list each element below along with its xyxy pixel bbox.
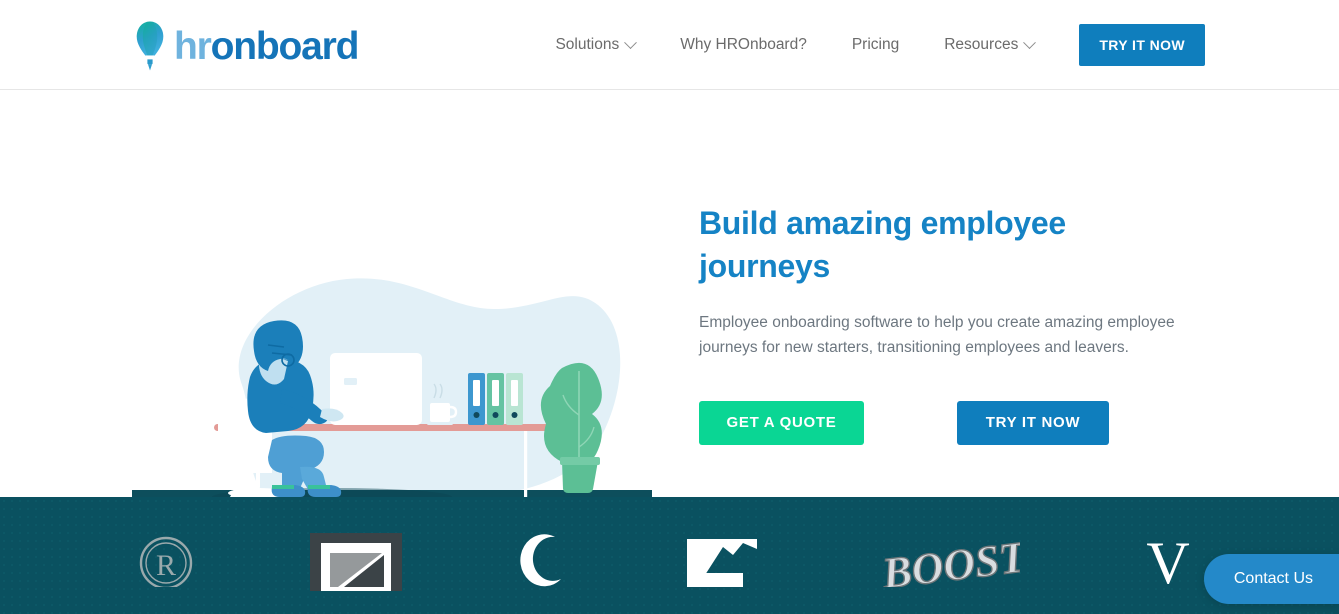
client-logo-crescent-o xyxy=(515,521,573,591)
boost-wordmark: BOOST xyxy=(878,531,1019,586)
brand-wordmark-hr: hr xyxy=(174,24,212,68)
svg-text:R: R xyxy=(156,549,176,582)
monitor xyxy=(330,353,422,425)
get-a-quote-button[interactable]: GET A QUOTE xyxy=(699,400,864,445)
nav-item-pricing-label: Pricing xyxy=(851,36,900,53)
hero-button-group: GET A QUOTE TRY IT NOW xyxy=(699,400,1219,445)
contact-us-button[interactable]: Contact Us xyxy=(1203,554,1339,604)
site-header: hronboard Solutions Why HROnboard? Prici… xyxy=(0,0,1339,90)
v-wordmark: V xyxy=(1146,530,1189,587)
header-try-it-now-button[interactable]: TRY IT NOW xyxy=(1079,24,1205,66)
brand-wordmark-onboard: onboard xyxy=(210,24,360,68)
nav-item-pricing[interactable]: Pricing xyxy=(852,36,899,54)
hero-section: Build amazing employee journeys Employee… xyxy=(0,90,1339,535)
hero-title: Build amazing employee journeys xyxy=(699,205,1066,285)
nav-item-why-hronboard[interactable]: Why HROnboard? xyxy=(680,36,807,54)
brand-logo[interactable]: hronboard xyxy=(135,20,360,72)
desk-leg-right xyxy=(524,430,528,498)
nav-item-why-hronboard-label: Why HROnboard? xyxy=(680,36,807,53)
chevron-down-icon xyxy=(624,35,638,49)
hero-try-it-now-button[interactable]: TRY IT NOW xyxy=(957,400,1109,445)
client-logo-boost: BOOST xyxy=(874,521,1020,591)
client-logo-framed-square xyxy=(308,521,404,591)
hero-subtitle: Employee onboarding software to help you… xyxy=(699,314,1175,357)
nav-item-solutions[interactable]: Solutions xyxy=(555,35,638,54)
nav-item-solutions-label: Solutions xyxy=(555,36,620,53)
hero-copy: Build amazing employee journeys Employee… xyxy=(699,202,1219,445)
brand-wordmark: hronboard xyxy=(174,24,360,68)
monitor-screen-element xyxy=(344,378,357,385)
hot-air-balloon-icon xyxy=(136,21,164,71)
nav-item-resources-label: Resources xyxy=(944,36,1019,53)
client-logo-serif-v: V xyxy=(1131,521,1205,591)
client-logo-circled-r: R xyxy=(135,521,197,591)
client-logo-mountain-flag xyxy=(685,521,763,591)
page-root: hronboard Solutions Why HROnboard? Prici… xyxy=(0,0,1339,614)
chevron-down-icon xyxy=(1023,35,1037,49)
hero-illustration xyxy=(132,278,652,535)
client-logo-band: R BOOST V Contact Us xyxy=(0,497,1339,614)
primary-navigation: Solutions Why HROnboard? Pricing Resourc… xyxy=(555,0,1205,90)
client-logo-list: R BOOST V xyxy=(135,497,1205,614)
nav-item-resources[interactable]: Resources xyxy=(944,35,1037,54)
binders xyxy=(468,373,523,425)
